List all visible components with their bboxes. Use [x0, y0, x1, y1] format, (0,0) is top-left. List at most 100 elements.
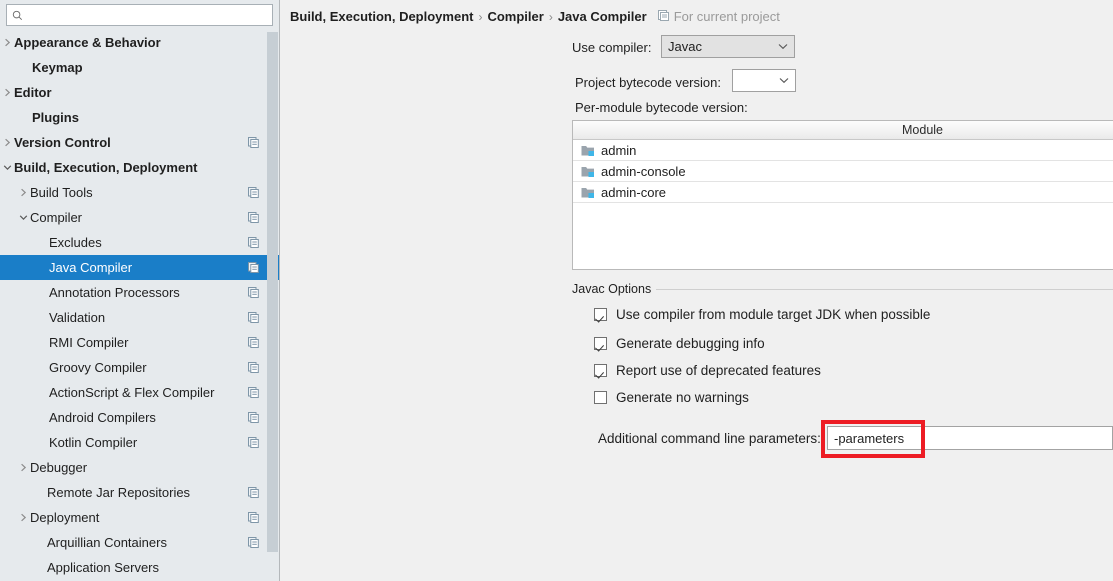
sidebar-scrollbar-thumb[interactable] [267, 32, 278, 552]
sidebar-item-appearance-behavior[interactable]: Appearance & Behavior [0, 30, 279, 55]
per-module-bytecode-label: Per-module bytecode version: [575, 100, 748, 115]
sidebar-item-version-control[interactable]: Version Control [0, 130, 279, 155]
tree-indent-spacer [35, 430, 49, 455]
tree-indent-spacer [35, 355, 49, 380]
sidebar-item-editor[interactable]: Editor [0, 80, 279, 105]
chevron-down-icon[interactable] [16, 205, 30, 230]
sidebar-item-label: RMI Compiler [49, 330, 128, 355]
javac-options-group: Javac Options [572, 282, 1113, 298]
project-scope-icon [248, 536, 259, 551]
project-scope-icon [248, 286, 259, 301]
sidebar-item-excludes[interactable]: Excludes [0, 230, 279, 255]
sidebar-item-annotation-processors[interactable]: Annotation Processors [0, 280, 279, 305]
search-box[interactable] [6, 4, 273, 26]
javac-option-report-use-of-deprecated-features[interactable]: Report use of deprecated features [594, 363, 821, 378]
sidebar-item-label: Version Control [14, 130, 111, 155]
sidebar-item-actionscript-flex-compiler[interactable]: ActionScript & Flex Compiler [0, 380, 279, 405]
sidebar-item-java-compiler[interactable]: Java Compiler [0, 255, 279, 280]
additional-params-input[interactable] [827, 426, 1113, 450]
breadcrumb-item-compiler[interactable]: Compiler [487, 9, 543, 24]
module-name: admin-core [601, 185, 666, 200]
use-compiler-value: Javac [668, 39, 772, 54]
javac-option-generate-no-warnings[interactable]: Generate no warnings [594, 390, 749, 405]
chevron-down-icon[interactable] [0, 155, 14, 180]
sidebar-item-label: Keymap [32, 55, 83, 80]
search-input[interactable] [23, 6, 272, 24]
sidebar-item-build-execution-deployment[interactable]: Build, Execution, Deployment [0, 155, 279, 180]
settings-content-panel: Build, Execution, Deployment › Compiler … [280, 0, 1113, 581]
checkbox-checked-icon[interactable] [594, 308, 607, 321]
tree-indent-spacer [18, 55, 32, 80]
sidebar-item-label: ActionScript & Flex Compiler [49, 380, 214, 405]
sidebar-item-label: Appearance & Behavior [14, 30, 161, 55]
project-scope-icon [248, 411, 259, 426]
sidebar-item-label: Build Tools [30, 180, 93, 205]
sidebar-item-debugger[interactable]: Debugger [0, 455, 279, 480]
project-bytecode-dropdown[interactable] [732, 69, 796, 92]
sidebar-item-build-tools[interactable]: Build Tools [0, 180, 279, 205]
sidebar-item-rmi-compiler[interactable]: RMI Compiler [0, 330, 279, 355]
table-row[interactable]: admin-core 1.8 [573, 182, 1113, 203]
tree-indent-spacer [35, 405, 49, 430]
sidebar-item-keymap[interactable]: Keymap [0, 55, 279, 80]
chevron-right-icon[interactable] [0, 30, 14, 55]
sidebar-item-kotlin-compiler[interactable]: Kotlin Compiler [0, 430, 279, 455]
module-cell[interactable]: admin-core [573, 182, 1113, 202]
sidebar-item-deployment[interactable]: Deployment [0, 505, 279, 530]
project-scope-icon [248, 136, 259, 151]
sidebar-item-remote-jar-repositories[interactable]: Remote Jar Repositories [0, 480, 279, 505]
table-row[interactable]: admin-console 1.8 [573, 161, 1113, 182]
module-cell[interactable]: admin [573, 140, 1113, 160]
chevron-down-icon [773, 77, 795, 84]
table-row[interactable]: admin 1.8 [573, 140, 1113, 161]
scope-note[interactable]: For current project [658, 9, 780, 24]
per-module-bytecode-table[interactable]: Module Target bytecode ve admin 1.8 admi… [572, 120, 1113, 270]
module-cell[interactable]: admin-console [573, 161, 1113, 181]
project-scope-icon [248, 336, 259, 351]
module-icon [581, 144, 595, 157]
column-header-module[interactable]: Module [573, 121, 1113, 139]
chevron-right-icon[interactable] [16, 505, 30, 530]
sidebar-item-plugins[interactable]: Plugins [0, 105, 279, 130]
sidebar-item-android-compilers[interactable]: Android Compilers [0, 405, 279, 430]
sidebar-scrollbar-track[interactable] [267, 30, 278, 581]
project-scope-icon [248, 511, 259, 526]
use-compiler-label: Use compiler: [572, 40, 651, 55]
sidebar-item-label: Application Servers [47, 555, 159, 580]
chevron-right-icon[interactable] [0, 80, 14, 105]
sidebar-item-compiler[interactable]: Compiler [0, 205, 279, 230]
use-compiler-dropdown[interactable]: Javac [661, 35, 795, 58]
checkbox-checked-icon[interactable] [594, 337, 607, 350]
sidebar-item-label: Excludes [49, 230, 102, 255]
chevron-right-icon[interactable] [16, 180, 30, 205]
chevron-right-icon[interactable] [16, 455, 30, 480]
sidebar-item-application-servers[interactable]: Application Servers [0, 555, 279, 580]
project-scope-icon [248, 236, 259, 251]
chevron-down-icon [772, 43, 794, 50]
checkbox-unchecked-icon[interactable] [594, 391, 607, 404]
breadcrumb-item-java-compiler: Java Compiler [558, 9, 647, 24]
tree-indent-spacer [35, 380, 49, 405]
breadcrumb-item-build[interactable]: Build, Execution, Deployment [290, 9, 473, 24]
sidebar-item-label: Validation [49, 305, 105, 330]
scope-note-label: For current project [674, 9, 780, 24]
tree-indent-spacer [35, 330, 49, 355]
sidebar-item-arquillian-containers[interactable]: Arquillian Containers [0, 530, 279, 555]
sidebar-item-validation[interactable]: Validation [0, 305, 279, 330]
javac-option-use-compiler-from-module-target-jdk-when-possible[interactable]: Use compiler from module target JDK when… [594, 307, 930, 322]
javac-options-title: Javac Options [572, 282, 656, 296]
breadcrumb-separator: › [549, 10, 553, 24]
project-scope-icon [248, 186, 259, 201]
project-bytecode-label: Project bytecode version: [575, 75, 721, 90]
javac-option-generate-debugging-info[interactable]: Generate debugging info [594, 336, 765, 351]
sidebar-item-groovy-compiler[interactable]: Groovy Compiler [0, 355, 279, 380]
tree-indent-spacer [35, 280, 49, 305]
tree-indent-spacer [35, 230, 49, 255]
chevron-right-icon[interactable] [0, 130, 14, 155]
javac-option-label: Generate no warnings [616, 390, 749, 405]
checkbox-checked-icon[interactable] [594, 364, 607, 377]
settings-tree[interactable]: Appearance & BehaviorKeymapEditorPlugins… [0, 30, 279, 581]
sidebar-item-label: Kotlin Compiler [49, 430, 137, 455]
table-body: admin 1.8 admin-console 1.8 admin-core 1… [573, 140, 1113, 203]
project-scope-icon [248, 211, 259, 226]
